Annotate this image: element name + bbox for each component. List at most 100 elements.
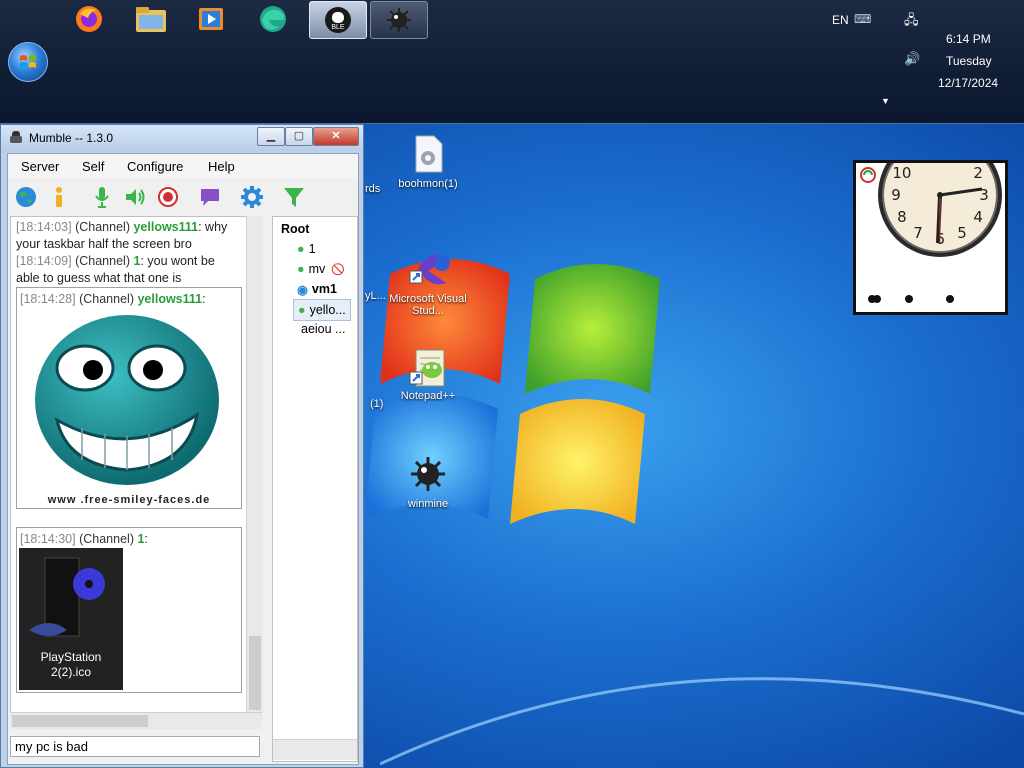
message-user[interactable]: yellows111 (133, 220, 198, 234)
desktop-icon-visual-studio[interactable]: Microsoft Visual Stud... (388, 249, 468, 317)
message-timestamp: [18:14:09] (16, 254, 72, 268)
maximize-button[interactable]: ▢ (285, 127, 313, 146)
tree-root-channel[interactable]: Root (281, 219, 309, 239)
message-channel[interactable]: (Channel) (75, 254, 130, 268)
partial-icon-label[interactable]: (1) (370, 398, 383, 410)
mumble-icon[interactable]: BLE (309, 1, 367, 39)
keyboard-icon[interactable]: ⌨ (854, 12, 871, 26)
visual-studio-icon (408, 249, 450, 289)
user-name: 1 (308, 242, 316, 256)
message-user[interactable]: yellows111 (137, 292, 202, 306)
chat-scrollbar[interactable] (246, 216, 263, 712)
gear-icon[interactable] (241, 186, 263, 208)
firefox-icon[interactable] (70, 2, 108, 36)
desktop-icon-label: Microsoft Visual Stud... (389, 293, 467, 317)
clock-numeral: 11 (908, 163, 927, 166)
mumble-client-area: Server Self Configure Help [18:14:03] (C… (7, 153, 359, 765)
chat-hscrollbar[interactable] (10, 712, 262, 729)
tree-hscrollbar[interactable] (273, 739, 357, 760)
clock-numeral: 9 (891, 186, 901, 204)
microphone-icon[interactable] (91, 186, 113, 208)
menu-bar: Server Self Configure Help (8, 154, 358, 178)
desktop-icon-boohmon[interactable]: boohmon(1) (388, 134, 468, 190)
image-caption: www .free-smiley-faces.de (47, 494, 211, 506)
network-icon[interactable]: 🖧 (904, 11, 919, 33)
toolbar (8, 180, 358, 214)
info-icon[interactable] (48, 186, 70, 208)
tray-day[interactable]: Tuesday (946, 54, 992, 68)
user-avatar-icon: ◉ (297, 282, 308, 297)
folder-icon[interactable] (132, 2, 170, 36)
user-avatar-icon: ● (298, 303, 306, 317)
menu-self[interactable]: Self (82, 159, 104, 174)
desktop-icon-label: winmine (407, 498, 449, 510)
windows-logo-icon (20, 55, 36, 68)
tree-user[interactable]: ● 1 (297, 239, 316, 259)
scrollbar-thumb[interactable] (12, 715, 148, 727)
show-hidden-icons-icon[interactable]: ▼ (881, 96, 890, 106)
desktop-icon-winmine[interactable]: winmine (388, 454, 468, 510)
tree-user[interactable]: aeiou ... (301, 319, 345, 339)
mumble-logo-icon (9, 130, 23, 144)
message-colon: : (144, 532, 148, 546)
chat-bubble-icon[interactable] (199, 186, 221, 208)
chat-message-image: [18:14:30] (Channel) 1: PlayStation 2(2)… (16, 527, 242, 693)
chat-input[interactable]: my pc is bad (10, 736, 260, 757)
clock-numeral: 1 (957, 163, 967, 166)
smiley-face-image (35, 315, 219, 485)
menu-server[interactable]: Server (21, 159, 59, 174)
chat-message-image: [18:14:28] (Channel) yellows111: www .fr… (16, 287, 242, 509)
tray-date[interactable]: 12/17/2024 (938, 76, 998, 90)
menu-configure[interactable]: Configure (127, 159, 183, 174)
scrollbar-thumb[interactable] (249, 636, 261, 710)
clock-numeral: 2 (973, 164, 983, 182)
user-tree[interactable]: Root ● 1 ● mv 🚫 ◉ vm1 ● yello... aeiou .… (272, 216, 358, 762)
close-button[interactable]: ✕ (313, 127, 359, 146)
user-avatar-icon: ● (297, 242, 305, 256)
language-indicator[interactable]: EN (832, 13, 849, 27)
clock-numeral: 10 (892, 164, 911, 182)
clock-numeral: 8 (897, 208, 907, 226)
speaker-icon[interactable] (124, 186, 146, 208)
partial-icon-label[interactable]: rds (365, 183, 380, 195)
partial-icon-label[interactable]: yL... (365, 290, 386, 302)
media-player-icon[interactable] (192, 2, 230, 36)
filter-icon[interactable] (283, 186, 305, 208)
minimize-button[interactable]: ▁ (257, 127, 285, 146)
window-titlebar[interactable]: Mumble -- 1.3.0 ▁ ▢ ✕ (1, 125, 363, 151)
volume-icon[interactable]: 🔊 (904, 51, 920, 67)
mumble-window[interactable]: Mumble -- 1.3.0 ▁ ▢ ✕ Server Self Config… (0, 124, 364, 768)
user-name: aeiou ... (301, 322, 346, 336)
tree-user[interactable]: ● mv 🚫 (297, 259, 345, 279)
menu-help[interactable]: Help (208, 159, 235, 174)
tray-time[interactable]: 6:14 PM (946, 32, 991, 46)
windows-wallpaper-logo (365, 259, 660, 524)
message-timestamp: [18:14:03] (16, 220, 72, 234)
record-icon[interactable] (157, 186, 179, 208)
playstation-image: PlayStation 2(2).ico (19, 548, 123, 690)
tree-user[interactable]: ◉ vm1 (297, 279, 337, 299)
tree-user-selected[interactable]: ● yello... (293, 299, 351, 321)
edge-icon[interactable] (254, 2, 292, 36)
clock-gadget[interactable]: 121234567891011 (853, 133, 1008, 315)
user-name: vm1 (311, 282, 337, 296)
chat-log[interactable]: [18:14:03] (Channel) yellows111: why you… (10, 216, 248, 714)
notepad-plus-plus-icon (408, 346, 448, 387)
clock-numeral: 5 (957, 224, 967, 242)
message-timestamp: [18:14:28] (20, 292, 76, 306)
chat-message: [18:14:09] (Channel) 1: you wont be able… (16, 253, 228, 287)
message-colon: : (202, 292, 206, 306)
taskbar: BLE EN ⌨ 🖧 🔊 6:14 PM Tuesday 12/17/2024 … (0, 0, 1024, 124)
user-avatar-icon: ● (297, 262, 305, 276)
message-timestamp: [18:14:30] (20, 532, 76, 546)
message-channel[interactable]: (Channel) (75, 220, 130, 234)
muted-mic-icon: 🚫 (331, 263, 345, 276)
wallpaper-swoosh (380, 677, 1024, 766)
desktop-icon-notepad-plus-plus[interactable]: Notepad++ (388, 346, 468, 402)
message-channel[interactable]: (Channel) (79, 292, 134, 306)
start-button[interactable] (8, 42, 48, 82)
desktop-icon-label: Notepad++ (400, 390, 456, 402)
message-channel[interactable]: (Channel) (79, 532, 134, 546)
mine-icon[interactable] (370, 1, 428, 39)
globe-icon[interactable] (15, 186, 37, 208)
